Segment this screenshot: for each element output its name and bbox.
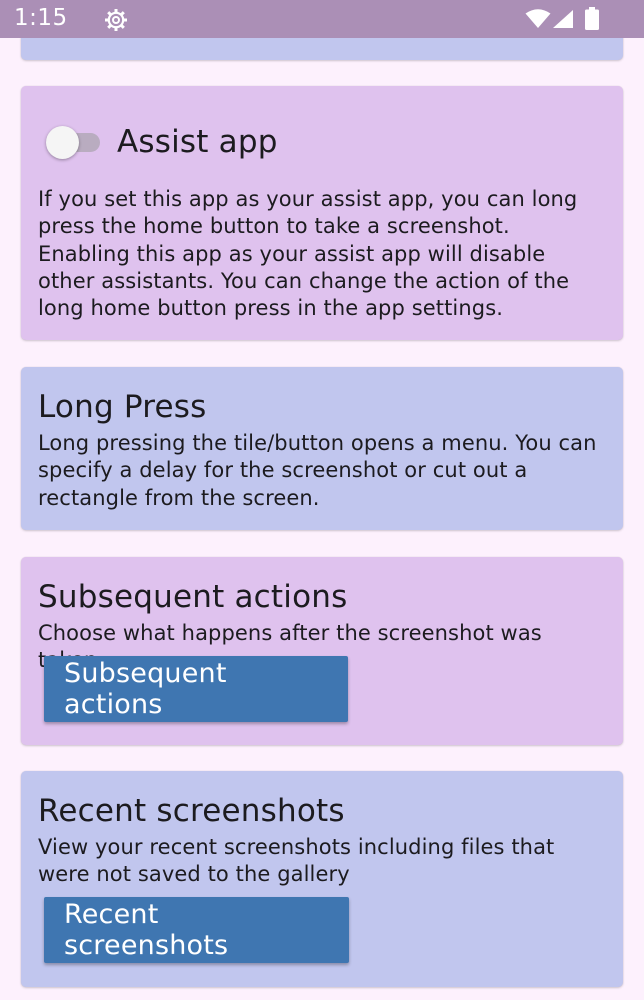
long-press-description: Long pressing the tile/button opens a me… <box>38 431 597 510</box>
toggle-thumb <box>46 126 79 159</box>
card-subsequent-actions: Subsequent actions Choose what happens a… <box>21 557 623 745</box>
subsequent-actions-button[interactable]: Subsequent actions <box>44 656 348 722</box>
assist-app-title: Assist app <box>117 124 278 160</box>
recent-screenshots-button[interactable]: Recent screenshots <box>44 897 349 963</box>
status-bar: 1:15 <box>0 0 644 38</box>
status-time: 1:15 <box>14 5 68 31</box>
cell-signal-icon <box>553 10 573 28</box>
settings-gear-icon <box>105 9 127 31</box>
long-press-title: Long Press <box>38 389 207 425</box>
subsequent-actions-title: Subsequent actions <box>38 579 348 615</box>
recent-screenshots-description: View your recent screenshots including f… <box>38 835 555 887</box>
card-assist-app: Assist app If you set this app as your a… <box>21 86 623 340</box>
recent-screenshots-title: Recent screenshots <box>38 793 345 829</box>
assist-app-toggle[interactable] <box>46 126 102 159</box>
settings-page: 1:15 Assist app If you set this app as y… <box>0 0 644 1000</box>
card-long-press: Long Press Long pressing the tile/button… <box>21 367 623 530</box>
assist-app-description: If you set this app as your assist app, … <box>38 187 578 321</box>
battery-icon <box>585 7 599 30</box>
card-recent-screenshots: Recent screenshots View your recent scre… <box>21 771 623 987</box>
wifi-icon <box>525 9 551 28</box>
